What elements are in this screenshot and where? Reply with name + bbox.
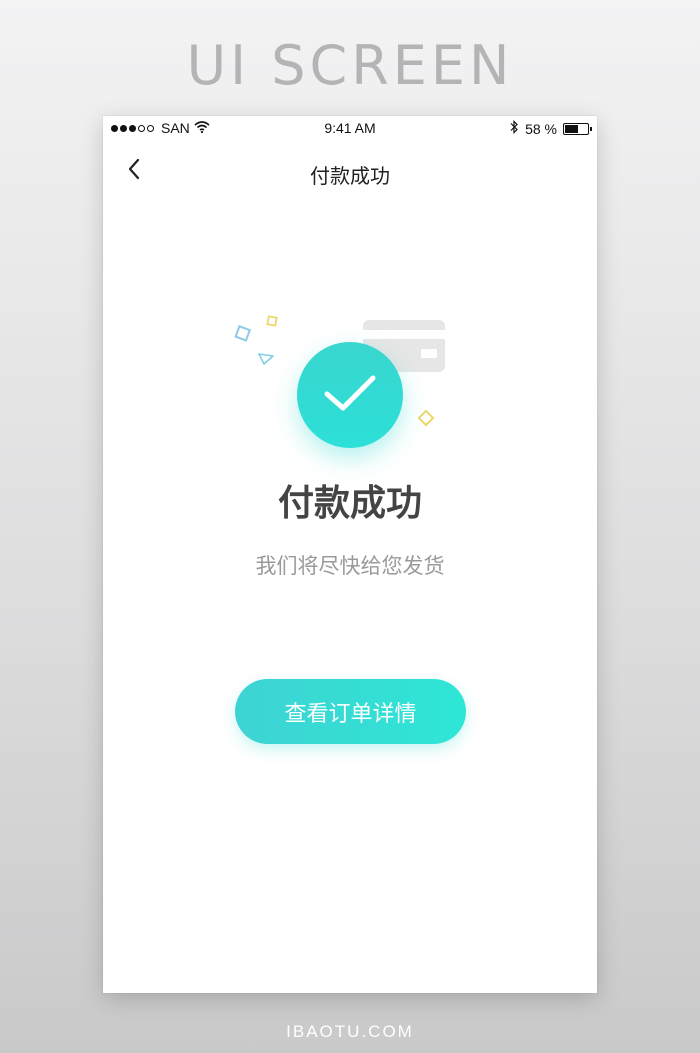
success-badge xyxy=(297,342,403,448)
success-illustration xyxy=(103,306,597,466)
page-title: 付款成功 xyxy=(310,166,390,188)
triangle-outline-icon xyxy=(257,352,275,371)
check-icon xyxy=(322,372,378,419)
success-message: 我们将尽快给您发货 xyxy=(255,555,445,578)
battery-level xyxy=(565,124,578,133)
success-title: 付款成功 xyxy=(277,482,422,523)
view-order-details-button[interactable]: 查看订单详情 xyxy=(235,679,466,744)
square-outline-icon xyxy=(233,324,253,349)
diamond-outline-icon xyxy=(416,408,436,433)
square-outline-icon xyxy=(265,314,279,333)
phone-screen: SAN 9:41 AM 58 % 付款成功 付款成功 我们将尽快给您发货 查看订… xyxy=(103,116,597,993)
banner-title: UI SCREEN xyxy=(186,34,514,97)
battery-icon xyxy=(563,122,592,135)
bluetooth-icon xyxy=(509,120,519,137)
footer-brand: IBAOTU.COM xyxy=(286,1022,414,1041)
status-bar: SAN 9:41 AM 58 % xyxy=(103,116,597,140)
status-right: 58 % xyxy=(509,120,592,137)
battery-percent: 58 % xyxy=(525,120,557,137)
nav-bar: 付款成功 xyxy=(103,152,597,192)
